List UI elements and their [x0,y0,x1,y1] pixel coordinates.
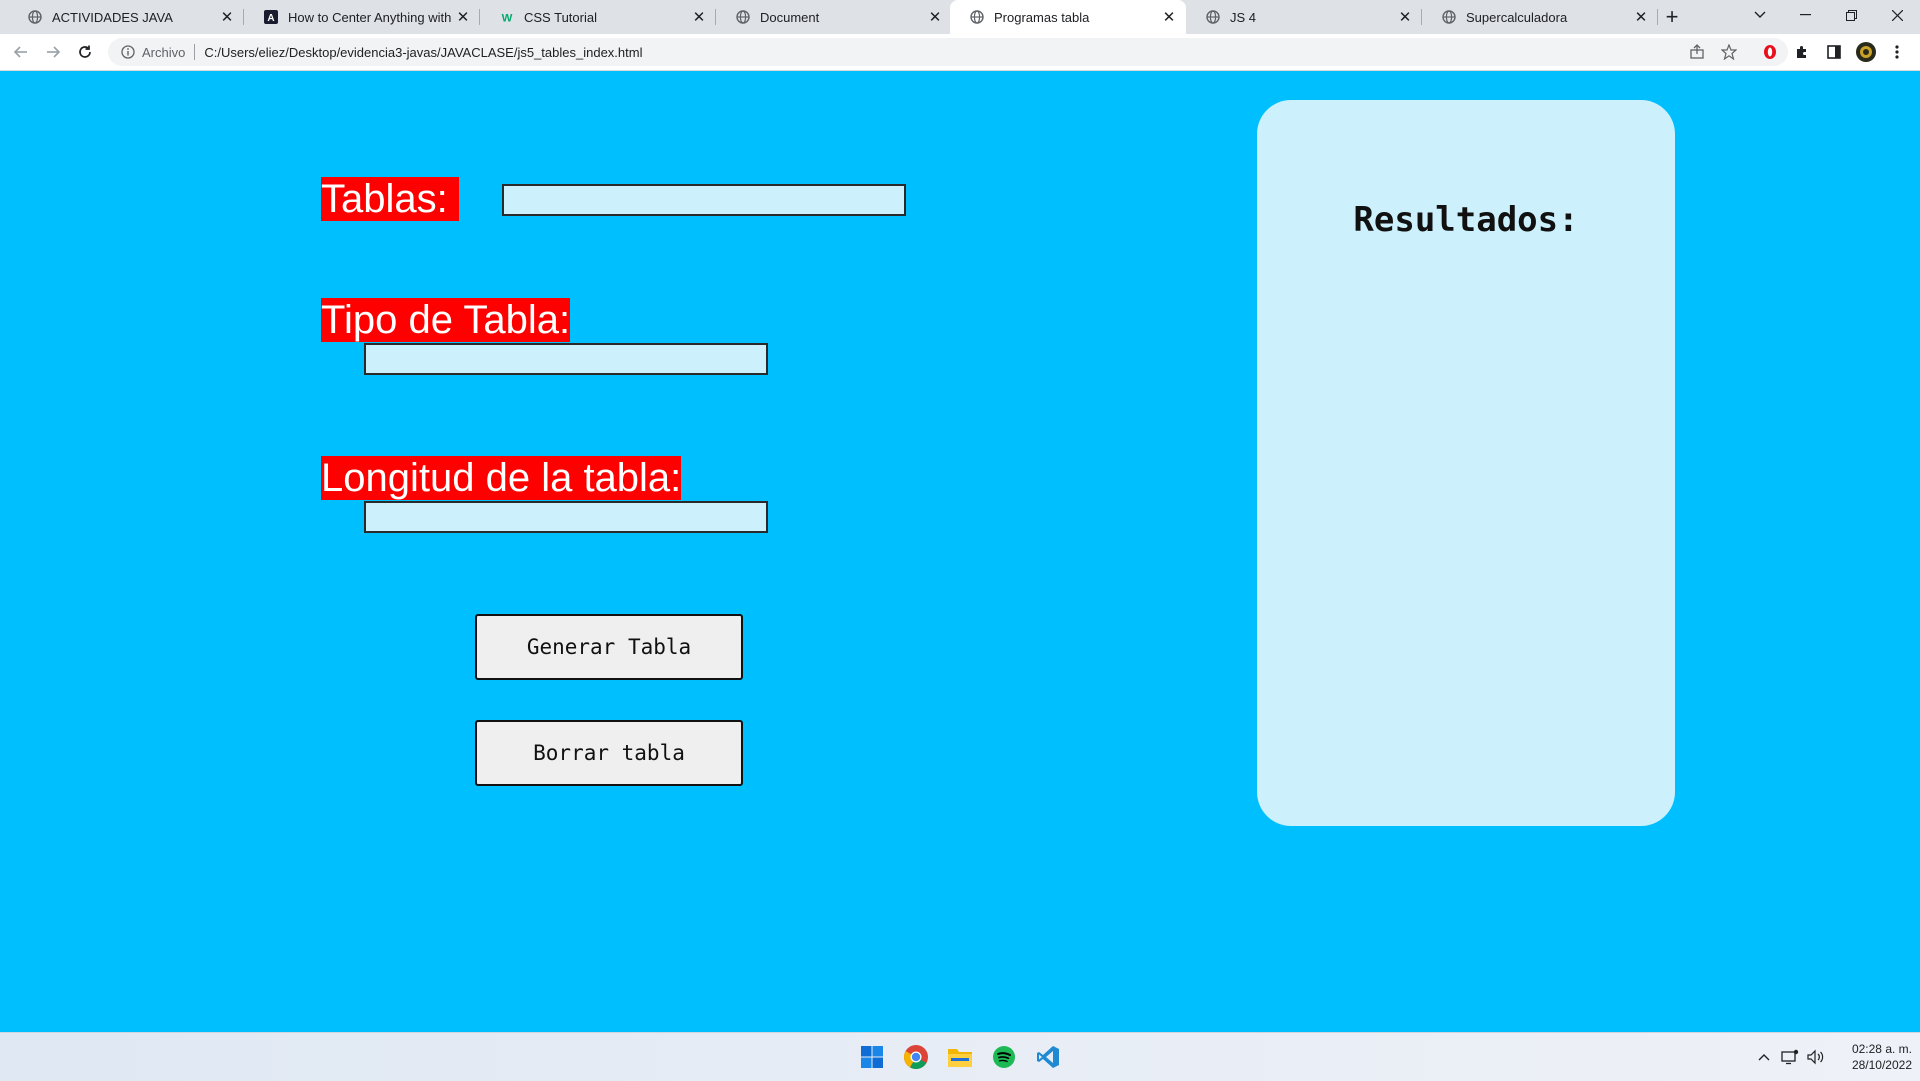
vscode-icon[interactable] [1032,1041,1064,1073]
new-tab-button[interactable]: + [1660,4,1684,29]
tab-title: Programas tabla [994,9,1090,25]
windows-taskbar: 02:28 a. m. 28/10/2022 [0,1032,1920,1081]
tab-close-icon[interactable]: ✕ [1632,8,1650,26]
menu-kebab-icon[interactable] [1886,41,1908,63]
windows-start-icon[interactable] [856,1041,888,1073]
globe-icon [736,10,750,24]
clock-time: 02:28 a. m. [1851,1042,1912,1056]
tab-actividades-java[interactable]: ACTIVIDADES JAVA ✕ [8,0,244,34]
volume-icon[interactable] [1806,1047,1826,1067]
extensions-puzzle-icon[interactable] [1791,41,1813,63]
tab-close-icon[interactable]: ✕ [454,8,472,26]
longitud-label: Longitud de la tabla: [321,456,682,500]
browser-tab-strip: ACTIVIDADES JAVA ✕ A How to Center Anyth… [0,0,1920,34]
tipo-de-tabla-label: Tipo de Tabla: [321,298,571,342]
tab-close-icon[interactable]: ✕ [926,8,944,26]
tab-title: JS 4 [1230,9,1257,25]
profile-avatar[interactable] [1855,41,1877,63]
minimize-icon[interactable] [1782,0,1828,30]
close-window-icon[interactable] [1874,0,1920,30]
tab-js4[interactable]: JS 4 ✕ [1186,0,1422,34]
share-icon[interactable] [1686,41,1708,63]
system-clock[interactable]: 02:28 a. m. 28/10/2022 [1828,1041,1912,1073]
longitud-input[interactable] [364,501,768,533]
back-icon[interactable] [7,38,35,66]
tab-title: CSS Tutorial [524,9,597,25]
network-icon[interactable] [1780,1047,1800,1067]
chrome-icon[interactable] [900,1041,932,1073]
globe-icon [28,10,42,24]
reload-icon[interactable] [71,38,99,66]
tab-close-icon[interactable]: ✕ [218,8,236,26]
tab-title: Document [760,9,820,25]
chevron-up-icon[interactable] [1754,1047,1774,1067]
globe-icon [1442,10,1456,24]
tab-title: How to Center Anything with CS [288,9,454,25]
restore-icon[interactable] [1828,0,1874,30]
generar-tabla-button[interactable]: Generar Tabla [475,614,743,680]
spotify-icon[interactable] [988,1041,1020,1073]
tab-programas-tabla[interactable]: Programas tabla ✕ [950,0,1186,34]
results-panel: Resultados: [1257,100,1675,826]
tablas-label: Tablas: [321,177,459,221]
globe-icon [970,10,984,24]
page-content: Tablas: Tipo de Tabla: Longitud de la ta… [0,71,1920,1032]
tab-supercalculadora[interactable]: Supercalculadora ✕ [1422,0,1658,34]
tab-close-icon[interactable]: ✕ [1160,8,1178,26]
tab-title: Supercalculadora [1466,9,1568,25]
borrar-tabla-button[interactable]: Borrar tabla [475,720,743,786]
tab-close-icon[interactable]: ✕ [690,8,708,26]
clock-date: 28/10/2022 [1851,1058,1912,1072]
url-text: C:/Users/eliez/Desktop/evidencia3-javas/… [204,44,643,60]
w3schools-icon: W [500,10,514,24]
forward-icon[interactable] [39,38,67,66]
tab-css-tutorial[interactable]: W CSS Tutorial ✕ [480,0,716,34]
bookmark-star-icon[interactable] [1718,41,1740,63]
svg-text:W: W [502,12,513,24]
tipo-de-tabla-input[interactable] [364,343,768,375]
css-tricks-icon: A [264,10,278,24]
opera-extension-icon[interactable] [1759,41,1781,63]
address-bar[interactable]: Archivo C:/Users/eliez/Desktop/evidencia… [108,38,1788,66]
tab-document[interactable]: Document ✕ [716,0,952,34]
globe-icon [1206,10,1220,24]
tab-close-icon[interactable]: ✕ [1396,8,1414,26]
browser-toolbar: Archivo C:/Users/eliez/Desktop/evidencia… [0,34,1920,71]
tab-title: ACTIVIDADES JAVA [52,9,173,25]
info-icon[interactable] [120,44,136,60]
scheme-label: Archivo [142,44,186,60]
tablas-input[interactable] [502,184,906,216]
results-title: Resultados: [1353,200,1579,240]
side-panel-icon[interactable] [1823,41,1845,63]
file-explorer-icon[interactable] [944,1041,976,1073]
tab-center-anything[interactable]: A How to Center Anything with CS ✕ [244,0,480,34]
tab-search-icon[interactable] [1737,0,1783,30]
svg-text:A: A [267,13,274,24]
